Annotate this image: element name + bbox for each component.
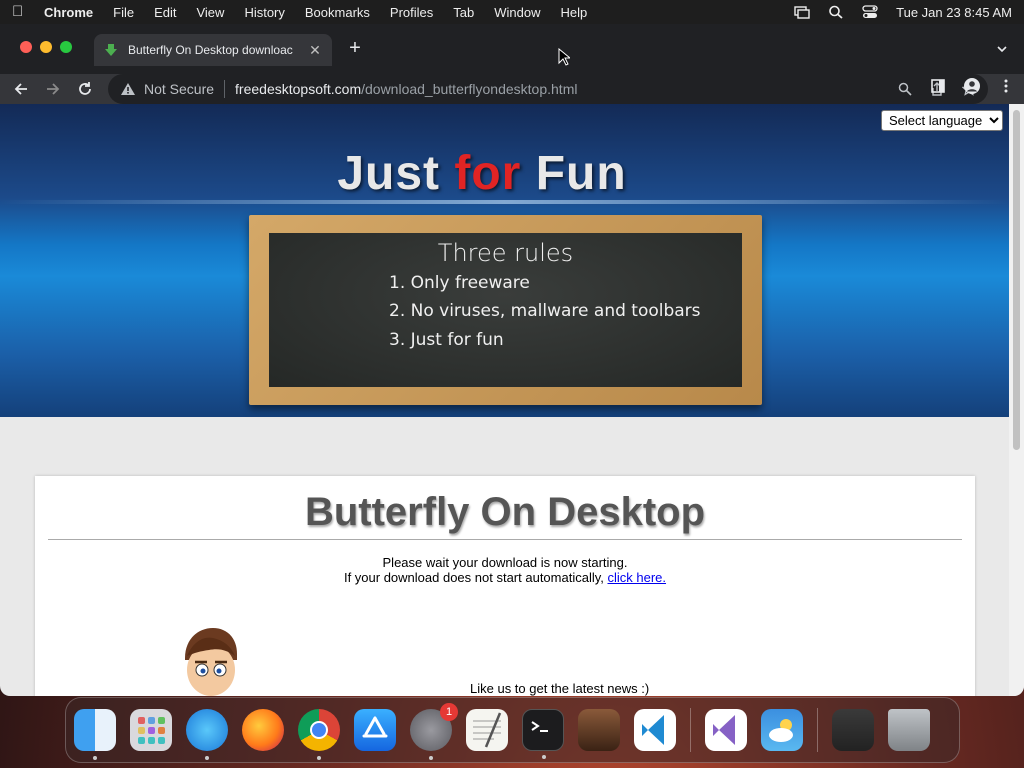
zoom-search-icon[interactable] [898,82,912,96]
window-controls [20,41,72,53]
close-window-button[interactable] [20,41,32,53]
dock-divider [817,708,818,752]
forward-button[interactable] [42,78,64,100]
vscode-icon[interactable] [634,709,676,751]
chalkboard-frame: Three rules 1. Only freeware 2. No virus… [249,215,762,405]
tab-strip: Butterfly On Desktop downloac ✕ + [0,24,1024,74]
menu-tab[interactable]: Tab [453,5,474,20]
address-bar[interactable]: Not Secure freedesktopsoft.com /download… [108,74,988,104]
page-title: Butterfly On Desktop [304,490,706,534]
title-divider [48,539,962,540]
wait-message: Please wait your download is now startin… [382,555,628,570]
fallback-text: If your download does not start automati… [343,570,608,585]
rules-heading: Three rules [437,239,574,267]
chrome-icon[interactable] [298,709,340,760]
mouse-cursor-icon [558,48,570,66]
macos-dock: 1 [65,697,960,763]
browser-toolbar: Not Secure freedesktopsoft.com /download… [0,74,1024,104]
menu-help[interactable]: Help [561,5,588,20]
notification-badge: 1 [440,703,458,721]
launchpad-icon[interactable] [130,709,172,751]
url-domain: freedesktopsoft.com [235,81,362,97]
language-select[interactable]: Select language [881,110,1003,131]
rule-3: 3. Just for fun [389,330,504,350]
safari-compass-icon[interactable] [186,709,228,760]
url-path: /download_butterflyondesktop.html [361,81,578,97]
dock-divider [690,708,691,752]
firefox-icon[interactable] [242,709,284,751]
like-us-message: Like us to get the latest news :) [470,681,650,696]
hero-title-just: Just [337,147,455,200]
toolbar-right-actions [930,78,1014,94]
rule-2: 2. No viruses, mallware and toolbars [389,301,701,321]
app-store-icon[interactable] [354,709,396,751]
terminal-icon[interactable] [522,709,564,759]
profile-avatar-icon[interactable] [964,78,980,94]
page-viewport: Select language Just for Fun Three rules… [0,104,1024,696]
back-button[interactable] [10,78,32,100]
menu-file[interactable]: File [113,5,134,20]
security-status[interactable]: Not Secure [144,81,214,97]
chalkboard-slate: Three rules 1. Only freeware 2. No virus… [269,233,742,387]
chrome-window: Butterfly On Desktop downloac ✕ + Not Se… [0,24,1024,696]
control-center-icon[interactable] [862,5,878,19]
screen-mirroring-icon[interactable] [794,5,810,19]
minimize-window-button[interactable] [40,41,52,53]
tab-butterfly-download[interactable]: Butterfly On Desktop downloac ✕ [94,34,332,66]
rule-1: 1. Only freeware [389,273,530,293]
close-tab-icon[interactable]: ✕ [308,42,322,59]
menu-view[interactable]: View [196,5,224,20]
running-indicator [317,756,321,760]
menu-bookmarks[interactable]: Bookmarks [305,5,370,20]
apple-icon[interactable]:  [12,4,26,20]
address-divider [224,80,226,98]
download-message: Please wait your download is now startin… [35,555,975,585]
visual-studio-icon[interactable] [705,709,747,751]
menu-profiles[interactable]: Profiles [390,5,433,20]
chrome-menu-icon[interactable] [998,78,1014,94]
system-settings-gear-icon[interactable]: 1 [410,703,458,760]
menu-history[interactable]: History [244,5,284,20]
side-panel-icon[interactable] [930,78,946,94]
menu-app-name[interactable]: Chrome [44,5,93,20]
menubar-status-area: Tue Jan 23 8:45 AM [794,5,1012,20]
trash-icon[interactable] [888,709,930,751]
hero-banner: Select language Just for Fun Three rules… [0,104,1009,417]
garageband-guitar-icon[interactable] [578,709,620,751]
macos-menubar:  Chrome File Edit View History Bookmark… [0,0,1024,24]
finder-icon[interactable] [74,709,116,760]
download-card: Butterfly On Desktop Please wait your do… [35,476,975,696]
mascot-face-icon [175,626,245,696]
menubar-clock[interactable]: Tue Jan 23 8:45 AM [896,5,1012,20]
tab-title: Butterfly On Desktop downloac [128,43,293,57]
hero-title-fun: Fun [521,147,627,200]
weather-cloud-icon[interactable] [761,709,803,751]
download-arrow-icon [104,43,118,57]
scrollbar-thumb[interactable] [1013,110,1020,450]
click-here-link[interactable]: click here. [607,570,666,585]
menu-edit[interactable]: Edit [154,5,176,20]
zoom-window-button[interactable] [60,41,72,53]
hero-title-for: for [454,147,522,200]
spotlight-search-icon[interactable] [828,5,844,19]
running-indicator [542,755,546,759]
reload-button[interactable] [74,78,96,100]
tab-search-chevron-icon[interactable] [996,42,1008,54]
textedit-icon[interactable] [466,709,508,751]
running-indicator [93,756,97,760]
hero-title: Just for Fun [0,146,964,201]
page-scrollbar[interactable] [1009,104,1024,696]
running-indicator [429,756,433,760]
running-indicator [205,756,209,760]
warning-triangle-icon[interactable] [120,82,136,96]
downloads-stack-icon[interactable] [832,709,874,751]
fallback-message: If your download does not start automati… [35,570,975,585]
menu-window[interactable]: Window [494,5,540,20]
new-tab-button[interactable]: + [344,37,366,60]
